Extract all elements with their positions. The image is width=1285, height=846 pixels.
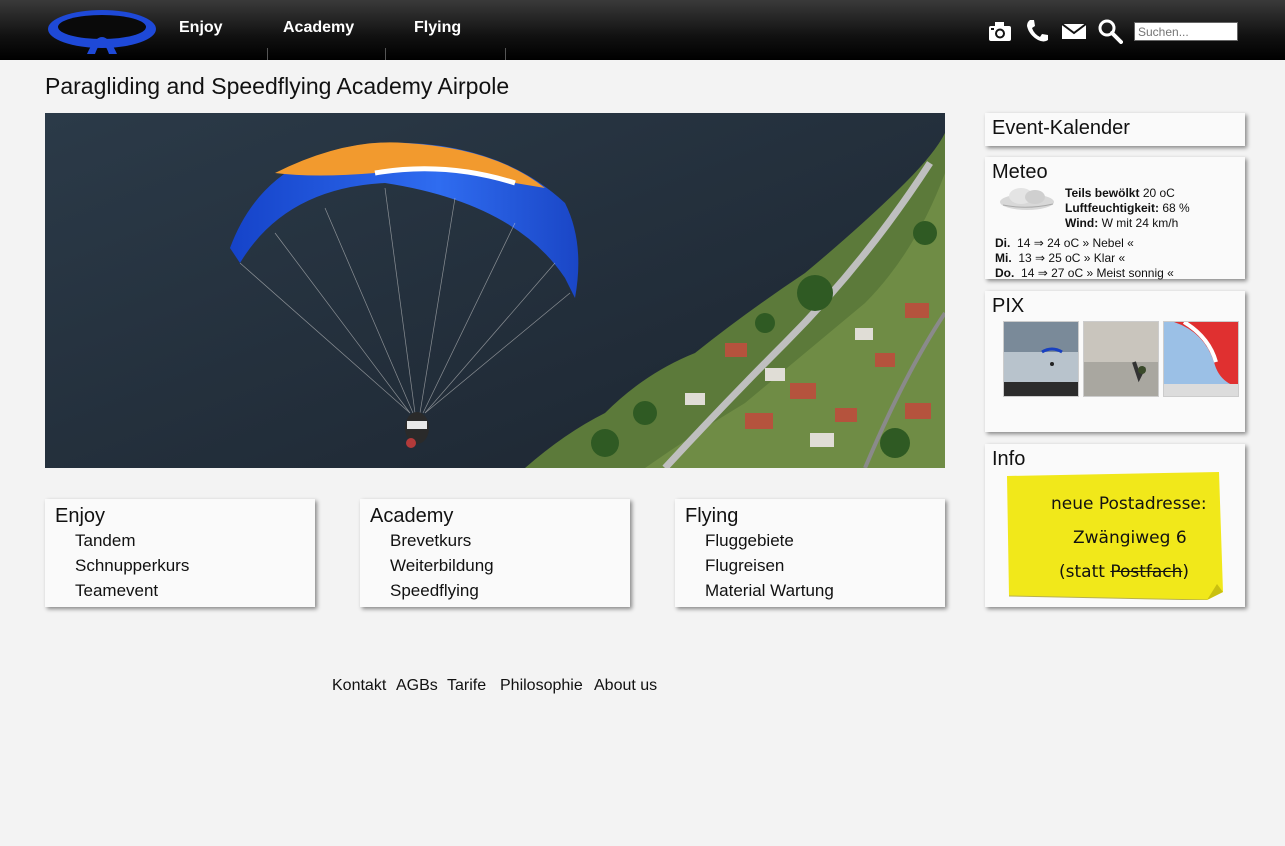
- footer-link-agbs[interactable]: AGBs: [396, 677, 438, 695]
- info-line-2: Zwängiweg 6: [1073, 528, 1187, 548]
- cloud-icon: [1000, 188, 1054, 210]
- forecast-row: Mi. 13 ⇒ 25 oC » Klar «: [995, 251, 1126, 265]
- info-line-1: neue Postadresse:: [1051, 494, 1207, 514]
- page-title: Paragliding and Speedflying Academy Airp…: [45, 73, 510, 99]
- link-brevetkurs[interactable]: Brevetkurs: [390, 531, 471, 551]
- link-flugreisen[interactable]: Flugreisen: [705, 556, 784, 576]
- info-title: Info: [992, 448, 1026, 470]
- hero-image-paraglider: [45, 113, 945, 468]
- event-calendar-box[interactable]: Event-Kalender: [985, 113, 1245, 146]
- airpole-logo[interactable]: [46, 6, 158, 54]
- nav-enjoy[interactable]: Enjoy: [179, 19, 223, 37]
- phone-icon[interactable]: [1024, 18, 1050, 44]
- info-box: Info neue Postadresse: Zwängiweg 6 (stat…: [985, 444, 1245, 607]
- link-schnupperkurs[interactable]: Schnupperkurs: [75, 556, 189, 576]
- pix-thumbnail[interactable]: [1083, 321, 1159, 397]
- category-title[interactable]: Academy: [370, 505, 453, 528]
- forecast-row: Di. 14 ⇒ 24 oC » Nebel «: [995, 236, 1134, 250]
- nav-academy[interactable]: Academy: [283, 19, 354, 37]
- pix-thumbnail[interactable]: [1163, 321, 1239, 397]
- footer-link-philosophie[interactable]: Philosophie: [500, 677, 583, 695]
- mail-icon[interactable]: [1061, 18, 1087, 44]
- category-box-flying: Flying Fluggebiete Flugreisen Material W…: [675, 499, 945, 607]
- search-icon[interactable]: [1097, 18, 1123, 44]
- link-speedflying[interactable]: Speedflying: [390, 581, 479, 601]
- meteo-humidity: Luftfeuchtigkeit: 68 %: [1065, 201, 1190, 215]
- nav-divider: [505, 48, 506, 60]
- meteo-current-condition: Teils bewölkt 20 oC: [1065, 186, 1175, 200]
- info-line-3: (statt Postfach): [1059, 562, 1190, 582]
- forecast-row: Do. 14 ⇒ 27 oC » Meist sonnig «: [995, 266, 1174, 280]
- meteo-wind: Wind: W mit 24 km/h: [1065, 216, 1179, 230]
- nav-divider: [385, 48, 386, 60]
- footer-link-about-us[interactable]: About us: [594, 677, 657, 695]
- pix-title: PIX: [992, 295, 1025, 317]
- link-weiterbildung[interactable]: Weiterbildung: [390, 556, 494, 576]
- meteo-title: Meteo: [992, 161, 1048, 183]
- category-box-enjoy: Enjoy Tandem Schnupperkurs Teamevent: [45, 499, 315, 607]
- pix-thumbnail[interactable]: [1003, 321, 1079, 397]
- pix-box: PIX: [985, 291, 1245, 432]
- camera-icon[interactable]: [987, 18, 1013, 44]
- top-navigation-bar: Enjoy Academy Flying: [0, 0, 1285, 60]
- nav-divider: [267, 48, 268, 60]
- link-teamevent[interactable]: Teamevent: [75, 581, 158, 601]
- link-fluggebiete[interactable]: Fluggebiete: [705, 531, 794, 551]
- category-box-academy: Academy Brevetkurs Weiterbildung Speedfl…: [360, 499, 630, 607]
- footer-link-tarife[interactable]: Tarife: [447, 677, 486, 695]
- footer-link-kontakt[interactable]: Kontakt: [332, 677, 386, 695]
- search-input[interactable]: [1134, 22, 1238, 41]
- link-material-wartung[interactable]: Material Wartung: [705, 581, 834, 601]
- event-calendar-title[interactable]: Event-Kalender: [992, 117, 1130, 140]
- meteo-box: Meteo Teils bewölkt 20 oC Luftfeuchtigke…: [985, 157, 1245, 280]
- link-tandem[interactable]: Tandem: [75, 531, 135, 551]
- category-title[interactable]: Enjoy: [55, 505, 105, 528]
- category-title[interactable]: Flying: [685, 505, 738, 528]
- nav-flying[interactable]: Flying: [414, 19, 461, 37]
